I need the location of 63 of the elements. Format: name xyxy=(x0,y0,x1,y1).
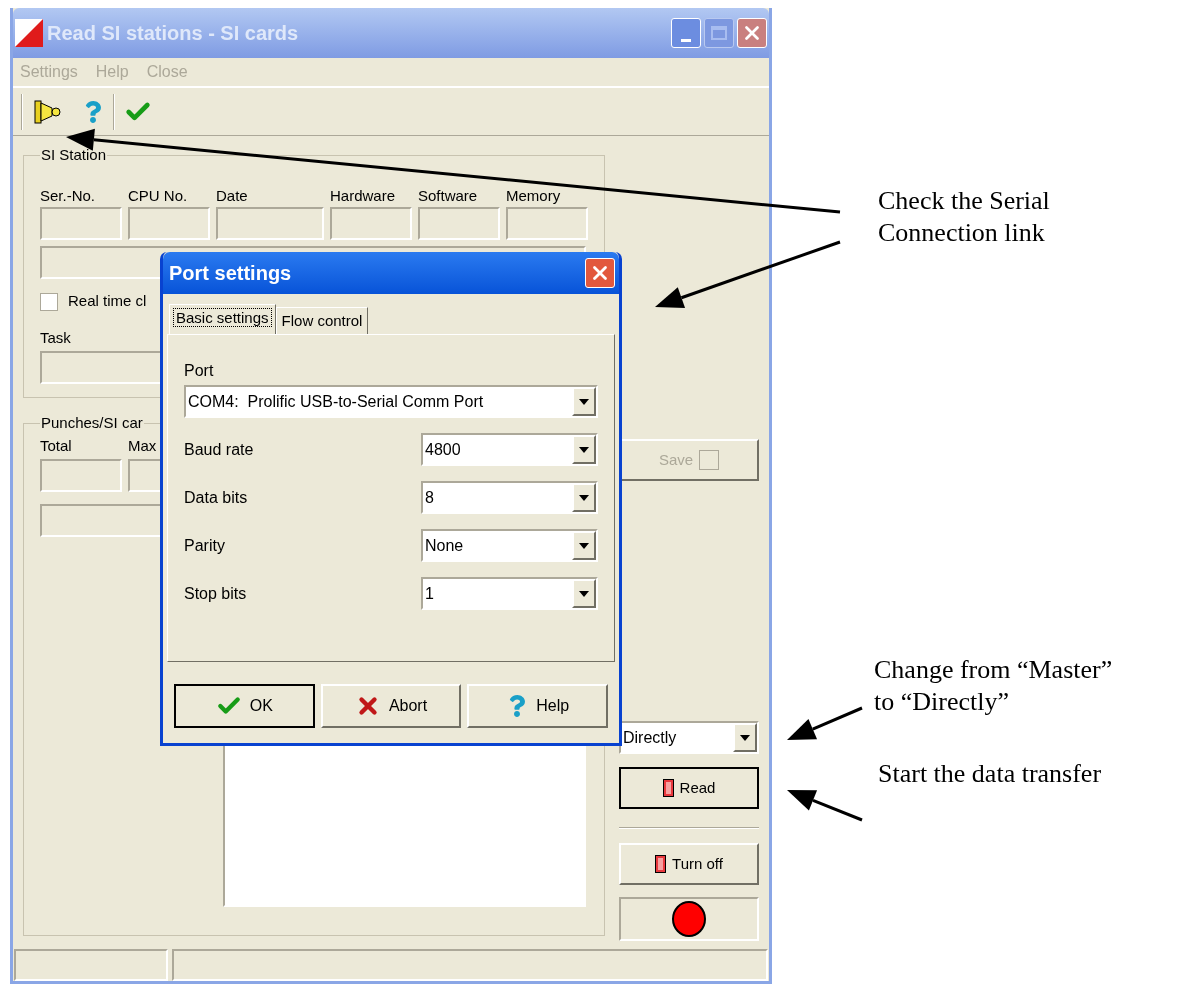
column-label: CPU No. xyxy=(128,185,188,206)
chip-icon xyxy=(662,779,674,797)
text-field[interactable] xyxy=(506,206,588,240)
text-field[interactable] xyxy=(128,206,210,240)
settings-dropdown[interactable]: 8 xyxy=(421,481,598,514)
column-label: Max xyxy=(128,435,157,456)
read-button[interactable]: Read xyxy=(619,767,759,809)
text-field[interactable] xyxy=(330,206,412,240)
caret-icon xyxy=(579,398,589,405)
column-label: Memory xyxy=(506,185,561,206)
window-title: Read SI stations - SI cards xyxy=(47,21,300,46)
annotation-text: Start the data transfer xyxy=(878,758,1103,790)
caret-icon xyxy=(579,446,589,453)
field-label: Parity xyxy=(184,535,226,556)
text-field[interactable] xyxy=(216,206,324,240)
close-button[interactable] xyxy=(585,258,615,288)
field-label: Data bits xyxy=(184,487,249,508)
caret-icon xyxy=(579,590,589,597)
column-label: Hardware xyxy=(330,185,396,206)
caret-icon xyxy=(740,734,750,741)
dropdown-button[interactable] xyxy=(733,723,757,752)
tab[interactable]: Flow control xyxy=(275,307,369,334)
settings-dropdown[interactable]: 4800 xyxy=(421,433,598,466)
dropdown-button[interactable] xyxy=(572,531,596,560)
checkbox[interactable] xyxy=(40,292,58,311)
dropdown-button[interactable] xyxy=(572,483,596,512)
turn-off-button[interactable]: Turn off xyxy=(619,843,759,885)
caret-icon xyxy=(579,494,589,501)
tab[interactable]: Basic settings xyxy=(169,304,276,334)
maximize-button[interactable] xyxy=(704,18,734,48)
settings-dropdown[interactable]: 1 xyxy=(421,577,598,610)
dropdown-button[interactable] xyxy=(572,579,596,608)
dialog-button[interactable]: Help xyxy=(467,684,608,728)
field-label: Baud rate xyxy=(184,439,255,460)
text-field[interactable] xyxy=(418,206,500,240)
field-label: Task xyxy=(40,327,71,348)
chip-icon xyxy=(655,855,667,873)
dropdown-button[interactable] xyxy=(572,435,596,464)
mode-dropdown[interactable]: Directly xyxy=(619,721,759,754)
connector-icon xyxy=(34,98,62,125)
field-label: Stop bits xyxy=(184,583,248,604)
app-logo-icon xyxy=(15,19,43,47)
dropdown-button[interactable] xyxy=(572,387,596,416)
group-title: SI Station xyxy=(40,145,108,165)
port-dropdown[interactable]: COM4: Prolific USB-to-Serial Comm Port xyxy=(184,385,598,418)
group-title: Punches/SI car xyxy=(40,413,144,433)
caret-icon xyxy=(579,542,589,549)
text-field[interactable] xyxy=(40,458,122,492)
minimize-button[interactable] xyxy=(671,18,701,48)
annotation-text: Check the Serial Connection link xyxy=(878,185,1051,249)
dialog-title: Port settings xyxy=(169,261,292,286)
settings-dropdown[interactable]: None xyxy=(421,529,598,562)
column-label: Total xyxy=(40,435,72,456)
close-button[interactable] xyxy=(737,18,767,48)
column-label: Ser.-No. xyxy=(40,185,96,206)
field-label: Port xyxy=(184,361,215,381)
column-label: Date xyxy=(216,185,248,206)
text-field[interactable] xyxy=(40,206,122,240)
dialog-button[interactable]: OK xyxy=(174,684,315,728)
checkbox-label: Real time cl xyxy=(68,291,147,312)
annotation-text: Change from “Master” to “Directly” xyxy=(874,654,1114,718)
column-label: Software xyxy=(418,185,478,206)
dialog-button[interactable]: Abort xyxy=(320,684,462,728)
